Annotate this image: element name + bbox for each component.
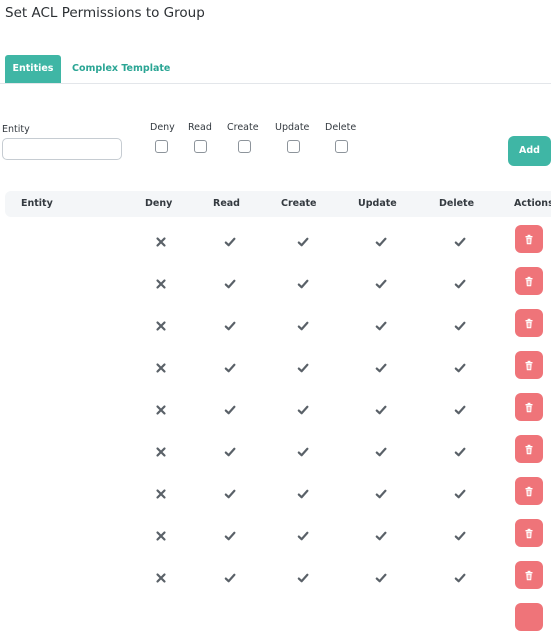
check-icon <box>375 527 387 541</box>
table-header: Entity Deny Read Create Update Delete Ac… <box>5 191 551 217</box>
delete-row-button[interactable] <box>515 561 543 589</box>
page-title: Set ACL Permissions to Group <box>5 5 205 21</box>
column-header-update: Update <box>358 198 397 209</box>
tab-entities[interactable]: Entities <box>5 55 61 83</box>
check-icon <box>454 527 466 541</box>
trash-icon <box>524 444 534 455</box>
check-icon <box>224 443 236 457</box>
table-row <box>0 346 551 388</box>
check-icon <box>454 485 466 499</box>
table-row <box>0 304 551 346</box>
check-icon <box>224 485 236 499</box>
check-icon <box>375 233 387 247</box>
deny-checkbox-label: Deny <box>150 122 175 133</box>
trash-icon <box>524 276 534 287</box>
entity-label: Entity <box>2 124 30 135</box>
check-icon <box>454 317 466 331</box>
delete-row-button[interactable] <box>515 267 543 295</box>
check-icon <box>454 233 466 247</box>
check-icon <box>297 527 309 541</box>
trash-icon <box>524 528 534 539</box>
delete-checkbox-label: Delete <box>325 122 357 133</box>
check-icon <box>375 317 387 331</box>
column-header-deny: Deny <box>145 198 173 209</box>
check-icon <box>454 443 466 457</box>
check-icon <box>375 485 387 499</box>
check-icon <box>297 317 309 331</box>
check-icon <box>297 569 309 583</box>
table-row <box>0 220 551 262</box>
tab-complex-template[interactable]: Complex Template <box>72 55 170 83</box>
column-header-read: Read <box>213 198 240 209</box>
update-checkbox[interactable] <box>287 140 300 153</box>
x-icon <box>155 443 167 457</box>
check-icon <box>297 359 309 373</box>
trash-icon <box>524 486 534 497</box>
check-icon <box>454 275 466 289</box>
table-row <box>0 388 551 430</box>
trash-icon <box>524 318 534 329</box>
check-icon <box>224 527 236 541</box>
read-checkbox[interactable] <box>194 140 207 153</box>
table-row <box>0 430 551 472</box>
check-icon <box>224 401 236 415</box>
check-icon <box>224 359 236 373</box>
check-icon <box>375 569 387 583</box>
check-icon <box>297 485 309 499</box>
check-icon <box>297 401 309 415</box>
check-icon <box>224 275 236 289</box>
check-icon <box>224 569 236 583</box>
table-row <box>0 514 551 556</box>
check-icon <box>454 401 466 415</box>
check-icon <box>224 317 236 331</box>
x-icon <box>155 275 167 289</box>
check-icon <box>224 233 236 247</box>
trash-icon <box>524 234 534 245</box>
check-icon <box>297 275 309 289</box>
column-header-delete: Delete <box>439 198 475 209</box>
x-icon <box>155 401 167 415</box>
entity-input[interactable] <box>2 138 122 160</box>
x-icon <box>155 527 167 541</box>
create-checkbox-label: Create <box>227 122 259 133</box>
table-row <box>0 472 551 514</box>
tab-bar: Entities Complex Template <box>0 55 551 84</box>
x-icon <box>155 233 167 247</box>
delete-checkbox[interactable] <box>335 140 348 153</box>
check-icon <box>454 359 466 373</box>
delete-row-button[interactable] <box>515 351 543 379</box>
delete-row-button[interactable] <box>515 477 543 505</box>
delete-row-button[interactable] <box>515 519 543 547</box>
update-checkbox-label: Update <box>275 122 310 133</box>
check-icon <box>375 359 387 373</box>
table-row <box>0 262 551 304</box>
column-header-create: Create <box>281 198 317 209</box>
delete-row-button[interactable] <box>515 435 543 463</box>
deny-checkbox[interactable] <box>155 140 168 153</box>
delete-row-button[interactable] <box>515 393 543 421</box>
trash-icon <box>524 360 534 371</box>
check-icon <box>454 569 466 583</box>
column-header-entity: Entity <box>21 198 53 209</box>
table-row <box>0 556 551 598</box>
add-button[interactable]: Add <box>508 136 551 166</box>
check-icon <box>297 443 309 457</box>
read-checkbox-label: Read <box>188 122 212 133</box>
delete-row-button[interactable] <box>515 603 543 631</box>
column-header-actions: Actions <box>514 198 551 209</box>
x-icon <box>155 359 167 373</box>
check-icon <box>297 233 309 247</box>
trash-icon <box>524 402 534 413</box>
check-icon <box>375 401 387 415</box>
trash-icon <box>524 570 534 581</box>
delete-row-button[interactable] <box>515 309 543 337</box>
check-icon <box>375 275 387 289</box>
create-checkbox[interactable] <box>238 140 251 153</box>
delete-row-button[interactable] <box>515 225 543 253</box>
x-icon <box>155 485 167 499</box>
x-icon <box>155 569 167 583</box>
check-icon <box>375 443 387 457</box>
x-icon <box>155 317 167 331</box>
